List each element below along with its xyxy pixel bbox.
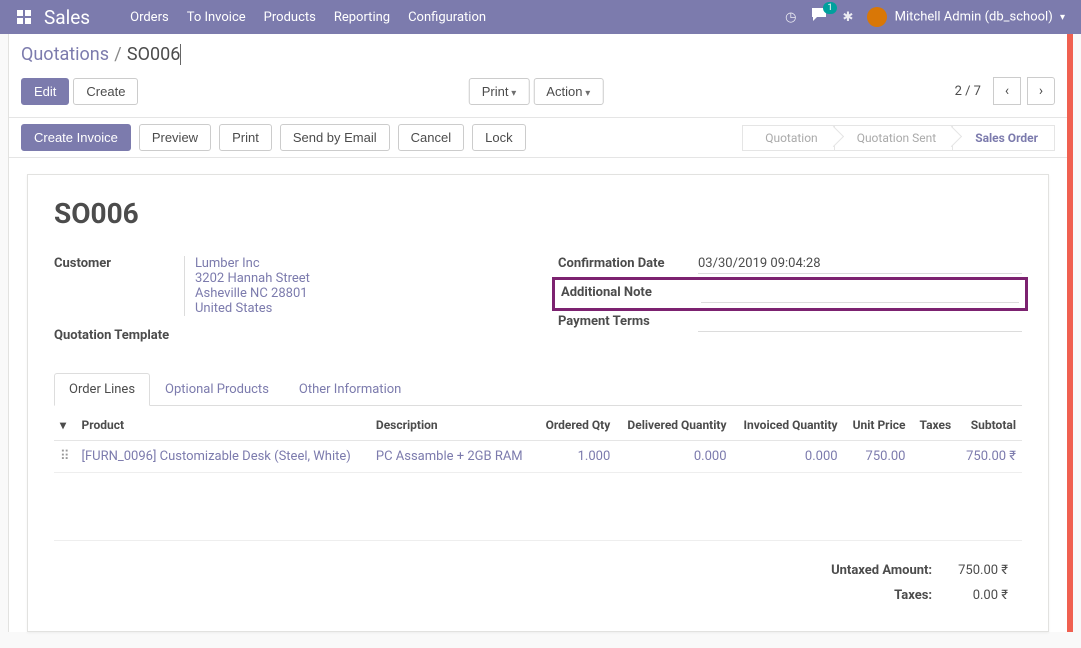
cancel-button[interactable]: Cancel xyxy=(398,124,464,151)
cell-taxes xyxy=(912,441,958,473)
breadcrumb-sep: / xyxy=(114,44,121,65)
status-arrows: Quotation Quotation Sent Sales Order xyxy=(742,125,1055,151)
status-bar: Create Invoice Preview Print Send by Ema… xyxy=(9,117,1067,158)
create-button[interactable]: Create xyxy=(73,78,138,105)
clock-icon[interactable]: ◷ xyxy=(785,10,796,25)
user-label: Mitchell Admin (db_school) xyxy=(895,9,1053,24)
table-filler xyxy=(54,473,1022,541)
breadcrumb-parent[interactable]: Quotations xyxy=(21,44,109,65)
nav-orders[interactable]: Orders xyxy=(130,10,169,25)
pager-next-button[interactable]: › xyxy=(1027,77,1055,105)
nav-configuration[interactable]: Configuration xyxy=(408,10,486,25)
cell-product[interactable]: [FURN_0096] Customizable Desk (Steel, Wh… xyxy=(76,441,370,473)
tabs: Order Lines Optional Products Other Info… xyxy=(54,373,1022,406)
bug-icon[interactable]: ✱ xyxy=(843,10,854,25)
form-sheet: SO006 Customer Lumber Inc 3202 Hannah St… xyxy=(27,174,1049,632)
th-subtotal[interactable]: Subtotal xyxy=(957,410,1022,441)
content-wrap: Quotations / SO006 Edit Create Print Act… xyxy=(8,34,1073,632)
cell-invoiced: 0.000 xyxy=(733,441,844,473)
action-dropdown[interactable]: Action xyxy=(533,78,603,105)
send-email-button[interactable]: Send by Email xyxy=(280,124,390,151)
th-delivered[interactable]: Delivered Quantity xyxy=(616,410,732,441)
status-quotation[interactable]: Quotation xyxy=(742,125,834,151)
order-name: SO006 xyxy=(54,197,1022,230)
left-column: Customer Lumber Inc 3202 Hannah Street A… xyxy=(54,250,518,349)
drag-col: ▾ xyxy=(54,410,76,441)
th-description[interactable]: Description xyxy=(370,410,536,441)
chat-badge: 1 xyxy=(823,2,836,14)
avatar xyxy=(867,7,887,27)
customer-value[interactable]: Lumber Inc 3202 Hannah Street Asheville … xyxy=(184,256,518,316)
additional-note-highlight: Additional Note xyxy=(552,277,1028,311)
th-price[interactable]: Unit Price xyxy=(844,410,912,441)
tab-optional-products[interactable]: Optional Products xyxy=(150,373,284,406)
breadcrumb-current: SO006 xyxy=(127,44,181,65)
topbar-right: ◷ 1 ✱ Mitchell Admin (db_school) ▾ xyxy=(785,7,1065,27)
cell-description: PC Assamble + 2GB RAM xyxy=(370,441,536,473)
payment-terms-value[interactable] xyxy=(698,314,1022,332)
untaxed-label: Untaxed Amount: xyxy=(819,559,944,582)
apps-icon[interactable] xyxy=(16,9,32,25)
customer-country: United States xyxy=(195,301,518,316)
table-row[interactable]: ⠿ [FURN_0096] Customizable Desk (Steel, … xyxy=(54,441,1022,473)
pager-text[interactable]: 2 / 7 xyxy=(955,84,981,99)
chevron-down-icon: ▾ xyxy=(1060,12,1065,23)
print-button[interactable]: Print xyxy=(219,124,272,151)
status-sales-order[interactable]: Sales Order xyxy=(953,125,1055,151)
top-nav: Orders To Invoice Products Reporting Con… xyxy=(130,10,785,25)
totals: Untaxed Amount: 750.00 ₹ Taxes: 0.00 ₹ xyxy=(54,557,1022,609)
quotation-template-label: Quotation Template xyxy=(54,328,184,343)
tab-other-information[interactable]: Other Information xyxy=(284,373,416,406)
taxes-value: 0.00 ₹ xyxy=(946,584,1020,607)
customer-street: 3202 Hannah Street xyxy=(195,271,518,286)
lock-button[interactable]: Lock xyxy=(472,124,525,151)
nav-to-invoice[interactable]: To Invoice xyxy=(187,10,246,25)
cell-price: 750.00 xyxy=(844,441,912,473)
additional-note-value[interactable] xyxy=(701,285,1019,303)
customer-name: Lumber Inc xyxy=(195,256,518,271)
breadcrumb: Quotations / SO006 xyxy=(9,34,1067,69)
topbar: Sales Orders To Invoice Products Reporti… xyxy=(0,0,1081,34)
cell-subtotal: 750.00 ₹ xyxy=(957,441,1022,473)
th-invoiced[interactable]: Invoiced Quantity xyxy=(733,410,844,441)
confirmation-date-label: Confirmation Date xyxy=(558,256,698,271)
user-menu[interactable]: Mitchell Admin (db_school) ▾ xyxy=(867,7,1065,27)
payment-terms-label: Payment Terms xyxy=(558,314,698,329)
confirmation-date-value: 03/30/2019 09:04:28 xyxy=(698,256,1022,274)
cell-ordered: 1.000 xyxy=(536,441,616,473)
pager-prev-button[interactable]: ‹ xyxy=(993,77,1021,105)
control-row: Edit Create Print Action 2 / 7 ‹› xyxy=(9,69,1067,117)
tab-order-lines[interactable]: Order Lines xyxy=(54,373,150,406)
th-product[interactable]: Product xyxy=(76,410,370,441)
chat-icon[interactable]: 1 xyxy=(811,7,829,27)
create-invoice-button[interactable]: Create Invoice xyxy=(21,124,131,151)
print-dropdown[interactable]: Print xyxy=(469,78,530,105)
cell-delivered: 0.000 xyxy=(616,441,732,473)
nav-reporting[interactable]: Reporting xyxy=(334,10,390,25)
taxes-label: Taxes: xyxy=(819,584,944,607)
order-lines-table: ▾ Product Description Ordered Qty Delive… xyxy=(54,410,1022,473)
untaxed-value: 750.00 ₹ xyxy=(946,559,1020,582)
status-quotation-sent[interactable]: Quotation Sent xyxy=(835,125,954,151)
customer-label: Customer xyxy=(54,256,184,271)
app-brand[interactable]: Sales xyxy=(44,6,90,29)
nav-products[interactable]: Products xyxy=(264,10,316,25)
customer-city: Asheville NC 28801 xyxy=(195,286,518,301)
th-taxes[interactable]: Taxes xyxy=(912,410,958,441)
right-column: Confirmation Date 03/30/2019 09:04:28 Ad… xyxy=(558,250,1022,349)
edit-button[interactable]: Edit xyxy=(21,78,69,105)
th-ordered[interactable]: Ordered Qty xyxy=(536,410,616,441)
drag-handle-icon[interactable]: ⠿ xyxy=(54,441,76,473)
additional-note-label: Additional Note xyxy=(561,285,701,300)
preview-button[interactable]: Preview xyxy=(139,124,211,151)
